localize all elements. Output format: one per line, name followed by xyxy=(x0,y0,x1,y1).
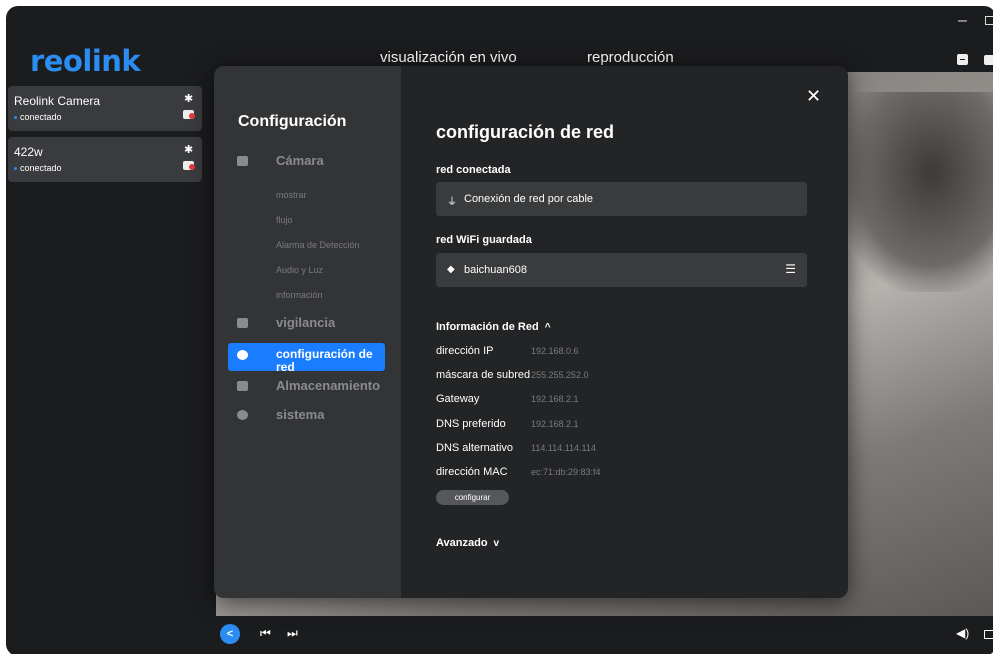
menu-item-label: vigilancia xyxy=(276,315,336,330)
info-value: 114.114.114.114 xyxy=(531,443,596,453)
sliders-icon[interactable]: ☰ xyxy=(785,262,796,276)
info-value: 255.255.252.0 xyxy=(531,370,589,380)
info-key: DNS preferido xyxy=(436,418,506,430)
network-info-title: Información de Red xyxy=(436,321,539,333)
saved-wifi-field[interactable]: ◆ baichuan608 ☰ xyxy=(436,253,807,287)
saved-wifi-label: red WiFi guardada xyxy=(436,234,532,246)
submenu-item-stream[interactable]: flujo xyxy=(276,215,293,225)
menu-item-network[interactable]: configuración de red xyxy=(228,343,385,374)
status-dot-icon xyxy=(14,167,17,171)
submenu-item-display[interactable]: mostrar xyxy=(276,190,307,200)
info-value: 192.168.0.6 xyxy=(531,346,579,356)
camera-icon xyxy=(237,156,248,166)
settings-menu: Configuración Cámara mostrar flujo Alarm… xyxy=(214,66,401,598)
reolink-logo: reolink xyxy=(30,44,141,78)
menu-item-storage[interactable]: Almacenamiento xyxy=(228,374,385,400)
next-icon[interactable]: ⏭ xyxy=(287,626,298,641)
info-key: Gateway xyxy=(436,393,480,405)
status-dot-icon xyxy=(14,116,17,120)
bottom-bar: < ⏮ ⏭ ◀) xyxy=(216,616,993,654)
minimize-icon[interactable]: – xyxy=(958,12,967,30)
record-icon[interactable] xyxy=(183,161,195,170)
camera-status: conectado xyxy=(14,163,62,173)
submenu-item-audio-light[interactable]: Audio y Luz xyxy=(276,265,323,275)
fullscreen-icon[interactable] xyxy=(984,630,993,639)
settings-title: Configuración xyxy=(238,113,347,130)
network-info-header[interactable]: Información de Red ^ xyxy=(436,321,551,333)
info-value: ec:71:db:29:83:f4 xyxy=(531,467,601,477)
tab-live-view[interactable]: visualización en vivo xyxy=(380,49,517,66)
network-settings-panel: ✕ configuración de red red conectada ⏚ C… xyxy=(401,66,848,598)
menu-item-label: Almacenamiento xyxy=(276,378,381,393)
lock-icon[interactable] xyxy=(984,55,993,65)
wifi-icon: ◆ xyxy=(447,264,455,275)
configure-button[interactable]: configurar xyxy=(436,490,509,505)
advanced-header[interactable]: Avanzado v xyxy=(436,537,499,549)
info-key: máscara de subred xyxy=(436,369,531,381)
connected-network-label: red conectada xyxy=(436,164,511,176)
camera-status: conectado xyxy=(14,112,62,122)
info-key: dirección IP xyxy=(436,345,494,357)
globe-icon xyxy=(237,350,248,360)
maximize-icon[interactable] xyxy=(985,16,993,25)
app-window: reolink visualización en vivo reproducci… xyxy=(6,6,993,654)
chevron-up-icon: ^ xyxy=(544,322,551,333)
info-key: dirección MAC xyxy=(436,466,508,478)
menu-item-label: configuración de red xyxy=(276,347,373,374)
camera-card-422w[interactable]: 422w conectado ✱ xyxy=(8,137,202,182)
camera-name: Reolink Camera xyxy=(14,94,101,108)
settings-modal: Configuración Cámara mostrar flujo Alarm… xyxy=(214,66,848,598)
record-icon[interactable] xyxy=(183,110,195,119)
camera-status-text: conectado xyxy=(20,112,62,122)
page-title: configuración de red xyxy=(436,122,615,142)
submenu-item-information[interactable]: información xyxy=(276,290,323,300)
info-value: 192.168.2.1 xyxy=(531,419,579,429)
camera-card-reolink[interactable]: Reolink Camera conectado ✱ xyxy=(8,86,202,131)
info-value: 192.168.2.1 xyxy=(531,394,579,404)
menu-item-camera[interactable]: Cámara xyxy=(228,149,385,175)
camera-status-text: conectado xyxy=(20,163,62,173)
submenu-item-detection-alarm[interactable]: Alarma de Detección xyxy=(276,240,360,250)
gear-icon[interactable]: ✱ xyxy=(184,143,193,156)
chevron-down-icon: v xyxy=(493,538,500,549)
ethernet-icon: ⏚ xyxy=(447,197,457,208)
menu-item-label: Cámara xyxy=(276,153,324,168)
info-key: DNS alternativo xyxy=(436,442,514,454)
tab-playback[interactable]: reproducción xyxy=(587,49,674,66)
menu-item-surveillance[interactable]: vigilancia xyxy=(228,311,385,337)
advanced-title: Avanzado xyxy=(436,537,488,549)
menu-item-system[interactable]: sistema xyxy=(228,403,385,429)
previous-icon[interactable]: ⏮ xyxy=(260,626,271,641)
connected-network-value: Conexión de red por cable xyxy=(464,193,594,205)
camera-name: 422w xyxy=(14,145,43,159)
surveillance-icon xyxy=(237,318,248,328)
add-device-icon[interactable] xyxy=(957,54,968,65)
close-icon[interactable]: ✕ xyxy=(806,86,821,107)
gear-icon xyxy=(237,410,248,420)
storage-icon xyxy=(237,381,248,391)
volume-icon[interactable]: ◀) xyxy=(956,626,969,640)
collapse-sidebar-icon[interactable]: < xyxy=(220,624,240,644)
saved-wifi-value: baichuan608 xyxy=(464,264,528,276)
connected-network-field: ⏚ Conexión de red por cable xyxy=(436,182,807,216)
menu-item-label: sistema xyxy=(276,407,325,422)
gear-icon[interactable]: ✱ xyxy=(184,92,193,105)
